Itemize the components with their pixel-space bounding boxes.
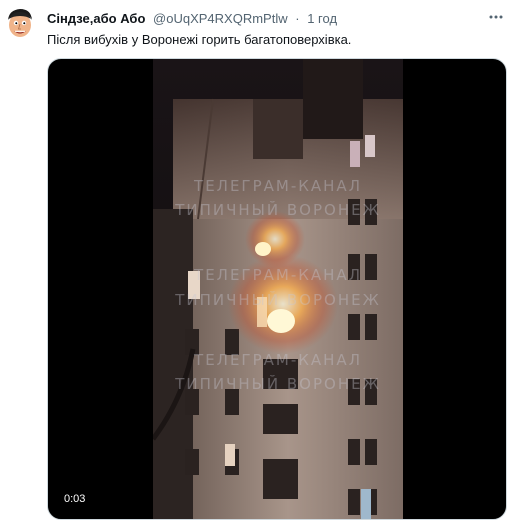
video-frame[interactable]: ТЕЛЕГРАМ-КАНАЛ ТИПИЧНЫЙ ВОРОНЕЖ ТЕЛЕГРАМ… — [153, 59, 403, 519]
avatar[interactable] — [3, 6, 37, 40]
avatar-image — [8, 9, 32, 37]
watermark-line: ТИПИЧНЫЙ ВОРОНЕЖ — [175, 291, 381, 309]
watermark-line: ТИПИЧНЫЙ ВОРОНЕЖ — [175, 201, 381, 219]
watermark-line: ТЕЛЕГРАМ-КАНАЛ — [194, 266, 362, 284]
watermark-line: ТЕЛЕГРАМ-КАНАЛ — [194, 177, 362, 195]
more-icon[interactable] — [486, 8, 506, 28]
more-icon-glyph — [489, 15, 503, 19]
display-name[interactable]: Сіндзе,або Або — [47, 11, 145, 26]
tweet[interactable]: Сіндзе,або Або @oUqXP4RXQRmPtlw · 1 год … — [0, 0, 516, 528]
video-duration: 0:03 — [60, 491, 90, 507]
tweet-header: Сіндзе,або Або @oUqXP4RXQRmPtlw · 1 год — [47, 10, 476, 30]
timestamp[interactable]: 1 год — [307, 11, 337, 26]
user-handle[interactable]: @oUqXP4RXQRmPtlw — [153, 11, 288, 26]
video-still — [153, 59, 403, 519]
separator-dot: · — [295, 11, 300, 26]
video-player[interactable]: ТЕЛЕГРАМ-КАНАЛ ТИПИЧНЫЙ ВОРОНЕЖ ТЕЛЕГРАМ… — [47, 58, 507, 520]
watermark-line: ТИПИЧНЫЙ ВОРОНЕЖ — [175, 375, 381, 393]
tweet-text: Після вибухів у Воронежі горить багатопо… — [47, 32, 352, 47]
watermark-line: ТЕЛЕГРАМ-КАНАЛ — [194, 351, 362, 369]
